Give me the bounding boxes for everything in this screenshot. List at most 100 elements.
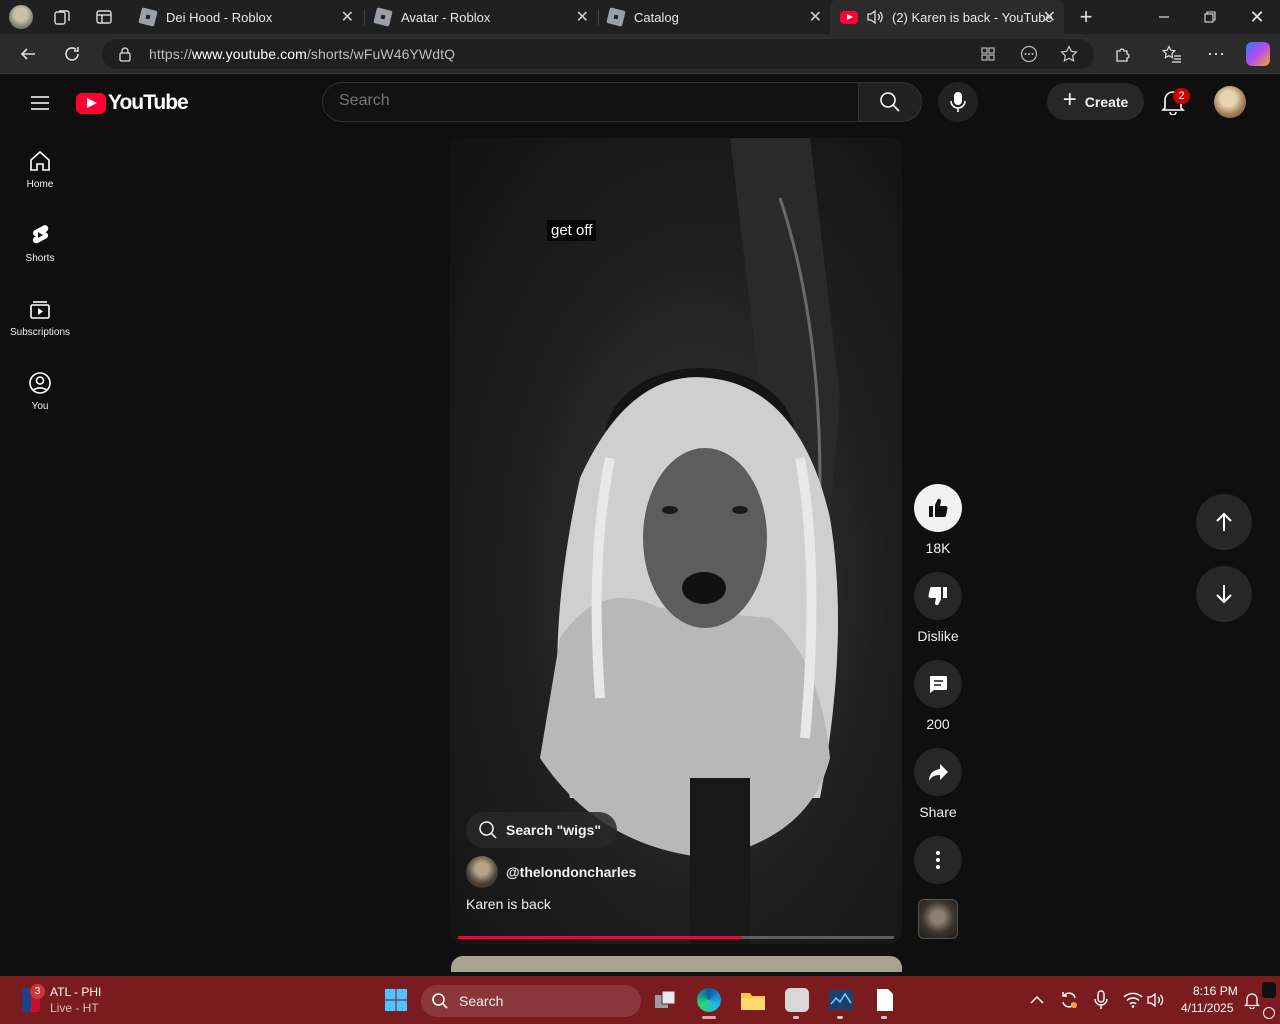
search-icon bbox=[432, 993, 448, 1009]
copilot-icon[interactable] bbox=[1246, 42, 1270, 66]
location-in-use-icon[interactable] bbox=[1263, 1007, 1275, 1019]
video-progress-fill bbox=[458, 936, 742, 939]
search-button[interactable] bbox=[858, 82, 922, 122]
tab-avatar[interactable]: Avatar - Roblox ✕ bbox=[365, 0, 597, 34]
more-vertical-icon bbox=[936, 851, 940, 869]
edge-browser-icon[interactable] bbox=[695, 986, 723, 1014]
extensions-icon[interactable] bbox=[1111, 42, 1135, 66]
tab-title: Catalog bbox=[634, 9, 679, 25]
short-video-player[interactable]: get off Search "wigs" @thelondoncharles … bbox=[450, 138, 902, 944]
sidebar-item-shorts[interactable]: Shorts bbox=[4, 209, 76, 283]
profile-avatar-icon[interactable] bbox=[9, 5, 33, 29]
create-button[interactable]: + Create bbox=[1047, 83, 1144, 120]
restore-icon[interactable] bbox=[1198, 5, 1222, 29]
sidebar-item-home[interactable]: Home bbox=[4, 135, 76, 209]
comment-count: 200 bbox=[926, 716, 950, 732]
comments-button[interactable] bbox=[914, 660, 962, 708]
close-icon[interactable]: ✕ bbox=[809, 7, 822, 27]
video-progress-bar[interactable] bbox=[458, 936, 894, 939]
document-icon[interactable] bbox=[871, 986, 899, 1014]
like-button[interactable] bbox=[914, 484, 962, 532]
previous-short-button[interactable] bbox=[1196, 494, 1252, 550]
audio-remix-thumbnail[interactable] bbox=[918, 899, 958, 939]
search-box[interactable] bbox=[322, 82, 859, 122]
favorite-star-icon[interactable] bbox=[1060, 45, 1078, 63]
sync-icon[interactable] bbox=[1055, 986, 1083, 1014]
home-icon bbox=[30, 150, 50, 171]
more-options-circle-icon[interactable] bbox=[1020, 45, 1038, 63]
tab-youtube-active[interactable]: (2) Karen is back - YouTube ✕ bbox=[830, 0, 1064, 34]
close-icon[interactable]: ✕ bbox=[1043, 7, 1056, 27]
account-avatar[interactable] bbox=[1214, 86, 1246, 118]
vertical-tabs-icon[interactable] bbox=[94, 7, 114, 27]
windows-taskbar: 3 ATL - PHI Live - HT Search 8:16 PM 4/1… bbox=[0, 976, 1280, 1024]
share-action: Share bbox=[914, 748, 962, 820]
sidebar-item-you[interactable]: You bbox=[4, 357, 76, 431]
speaker-icon[interactable] bbox=[866, 9, 884, 25]
app-icon-notes[interactable] bbox=[783, 986, 811, 1014]
settings-more-icon[interactable]: ⋯ bbox=[1204, 42, 1228, 66]
tab-catalog[interactable]: Catalog ✕ bbox=[598, 0, 830, 34]
widget-game-status: Live - HT bbox=[50, 1001, 99, 1015]
widget-game-title[interactable]: ATL - PHI bbox=[50, 985, 101, 999]
url-field[interactable]: https://www.youtube.com/shorts/wFuW46YWd… bbox=[102, 39, 1094, 69]
plus-icon: + bbox=[1062, 86, 1077, 113]
channel-row: @thelondoncharles bbox=[466, 856, 636, 888]
windows-start-icon[interactable] bbox=[382, 986, 410, 1014]
share-label: Share bbox=[919, 804, 957, 820]
share-button[interactable] bbox=[914, 748, 962, 796]
workspaces-icon[interactable] bbox=[52, 7, 72, 27]
search-input[interactable] bbox=[339, 92, 839, 110]
task-view-icon[interactable] bbox=[651, 986, 679, 1014]
file-explorer-icon[interactable] bbox=[739, 986, 767, 1014]
channel-name[interactable]: @thelondoncharles bbox=[506, 864, 636, 880]
more-options-button[interactable] bbox=[914, 836, 962, 884]
dislike-button[interactable] bbox=[914, 572, 962, 620]
dislike-action: Dislike bbox=[914, 572, 962, 644]
next-short-button[interactable] bbox=[1196, 566, 1252, 622]
minimize-icon[interactable] bbox=[1152, 5, 1176, 29]
video-title[interactable]: Karen is back bbox=[466, 896, 551, 912]
clock-date[interactable]: 4/11/2025 bbox=[1181, 1001, 1234, 1015]
next-short-preview[interactable] bbox=[451, 956, 902, 972]
performance-monitor-icon[interactable] bbox=[827, 986, 855, 1014]
youtube-play-icon bbox=[76, 92, 106, 114]
video-caption: get off bbox=[547, 220, 597, 241]
widget-badge: 3 bbox=[30, 984, 45, 999]
tab-title: Avatar - Roblox bbox=[401, 9, 491, 25]
taskbar-search-label: Search bbox=[459, 993, 504, 1009]
new-tab-icon[interactable]: + bbox=[1074, 4, 1098, 29]
channel-avatar[interactable] bbox=[466, 856, 498, 888]
clock-time[interactable]: 8:16 PM bbox=[1193, 984, 1238, 998]
create-label: Create bbox=[1084, 93, 1129, 110]
back-icon[interactable] bbox=[16, 42, 40, 66]
chevron-up-icon[interactable] bbox=[1023, 986, 1051, 1014]
arrow-down-icon bbox=[1216, 585, 1232, 604]
sidebar-item-label: Subscriptions bbox=[9, 327, 71, 338]
app-available-icon[interactable] bbox=[980, 46, 996, 62]
close-icon[interactable]: ✕ bbox=[576, 7, 589, 27]
menu-icon[interactable] bbox=[28, 91, 52, 115]
subscriptions-icon bbox=[30, 301, 50, 319]
search-suggestion-chip[interactable]: Search "wigs" bbox=[466, 812, 617, 848]
voice-search-button[interactable] bbox=[938, 82, 978, 122]
taskbar-search[interactable]: Search bbox=[421, 985, 641, 1017]
youtube-logo[interactable]: YouTube bbox=[76, 91, 189, 115]
volume-icon[interactable] bbox=[1142, 986, 1170, 1014]
sidebar-item-subscriptions[interactable]: Subscriptions bbox=[4, 283, 76, 357]
favorites-icon[interactable] bbox=[1160, 42, 1184, 66]
lock-icon[interactable] bbox=[118, 46, 132, 62]
window-close-icon[interactable]: ✕ bbox=[1245, 5, 1269, 29]
mic-in-use-icon[interactable] bbox=[1262, 982, 1276, 998]
sidebar-item-label: Shorts bbox=[25, 253, 55, 264]
comment-icon bbox=[930, 676, 947, 693]
tab-dei-hood[interactable]: Dei Hood - Roblox ✕ bbox=[130, 0, 362, 34]
close-icon[interactable]: ✕ bbox=[341, 7, 354, 27]
thumbs-down-icon bbox=[928, 586, 947, 606]
sidebar-item-label: You bbox=[31, 401, 49, 412]
logo-text: YouTube bbox=[108, 91, 189, 114]
refresh-icon[interactable] bbox=[60, 42, 84, 66]
arrow-up-icon bbox=[1216, 512, 1232, 531]
like-action: 18K bbox=[914, 484, 962, 556]
microphone-icon[interactable] bbox=[1087, 986, 1115, 1014]
